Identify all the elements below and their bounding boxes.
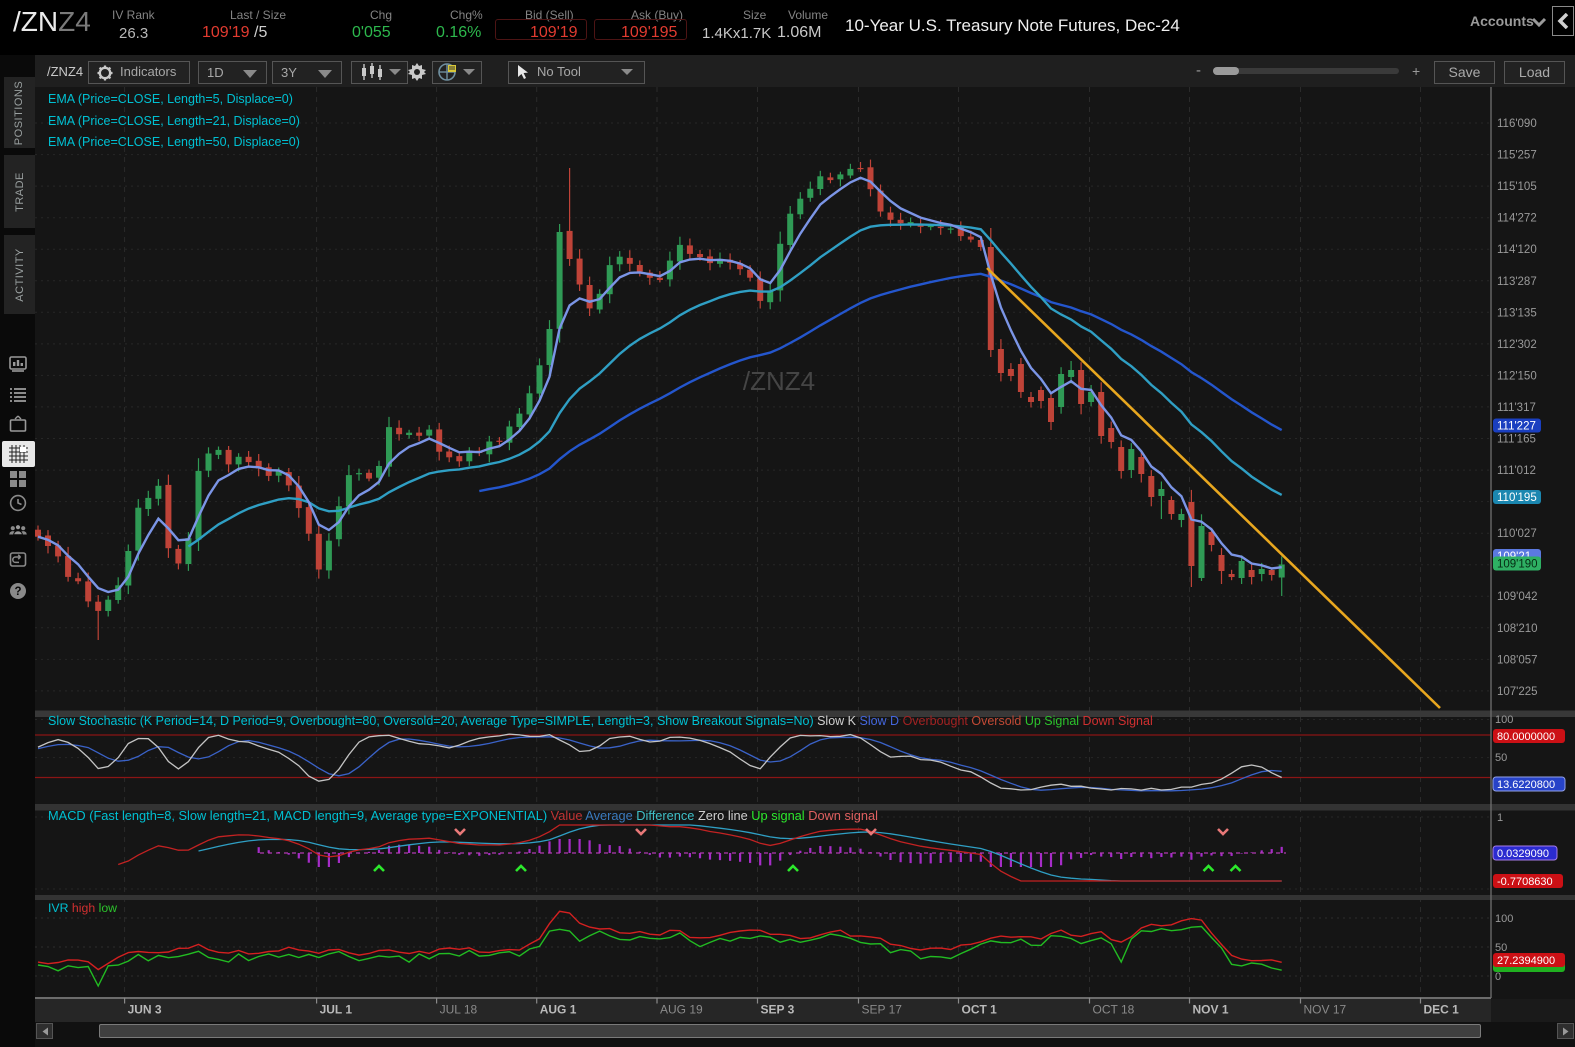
svg-text:111'317: 111'317 — [1497, 402, 1536, 414]
svg-text:DEC 1: DEC 1 — [1424, 1003, 1460, 1017]
svg-text:107'225: 107'225 — [1497, 686, 1538, 698]
svg-text:109'190: 109'190 — [1497, 559, 1538, 571]
svg-text:AUG 19: AUG 19 — [660, 1003, 703, 1017]
svg-text:115'105: 115'105 — [1497, 181, 1537, 193]
svg-text:115'257: 115'257 — [1497, 150, 1537, 162]
svg-text:0.0329090: 0.0329090 — [1497, 848, 1549, 860]
svg-text:SEP 3: SEP 3 — [761, 1003, 795, 1017]
svg-text:111'012: 111'012 — [1497, 465, 1536, 477]
svg-text:110'027: 110'027 — [1497, 528, 1537, 540]
svg-text:JUL 1: JUL 1 — [320, 1003, 353, 1017]
svg-text:100: 100 — [1495, 913, 1513, 925]
svg-text:114'272: 114'272 — [1497, 213, 1537, 225]
svg-text:100: 100 — [1495, 714, 1513, 726]
svg-text:/ZNZ4: /ZNZ4 — [743, 366, 815, 396]
svg-text:111'165: 111'165 — [1497, 434, 1536, 446]
svg-text:113'287: 113'287 — [1497, 276, 1537, 288]
svg-text:SEP 17: SEP 17 — [862, 1003, 903, 1017]
svg-text:1: 1 — [1497, 812, 1503, 824]
svg-text:113'135: 113'135 — [1497, 307, 1537, 319]
svg-text:112'302: 112'302 — [1497, 339, 1537, 351]
svg-text:?: ? — [14, 586, 21, 598]
svg-text:27.2394900: 27.2394900 — [1497, 955, 1555, 967]
svg-text:109'042: 109'042 — [1497, 591, 1538, 603]
svg-text:NOV 17: NOV 17 — [1304, 1003, 1347, 1017]
svg-text:0: 0 — [1495, 971, 1501, 983]
svg-text:JUL 18: JUL 18 — [440, 1003, 478, 1017]
svg-text:NOV 1: NOV 1 — [1193, 1003, 1229, 1017]
svg-text:50: 50 — [1495, 752, 1507, 764]
svg-text:-0.7708630: -0.7708630 — [1497, 876, 1553, 888]
svg-text:116'090: 116'090 — [1497, 118, 1537, 130]
svg-text:112'150: 112'150 — [1497, 370, 1537, 382]
svg-text:111'227: 111'227 — [1497, 421, 1536, 433]
svg-text:114'120: 114'120 — [1497, 244, 1537, 256]
svg-text:110'195: 110'195 — [1497, 492, 1537, 504]
svg-text:80.0000000: 80.0000000 — [1497, 731, 1555, 743]
svg-text:50: 50 — [1495, 942, 1507, 954]
svg-text:JUN 3: JUN 3 — [128, 1003, 162, 1017]
svg-text:AUG 1: AUG 1 — [540, 1003, 577, 1017]
svg-text:108'057: 108'057 — [1497, 654, 1538, 666]
svg-text:13.6220800: 13.6220800 — [1497, 779, 1555, 791]
svg-text:OCT 1: OCT 1 — [962, 1003, 998, 1017]
svg-text:OCT 18: OCT 18 — [1093, 1003, 1135, 1017]
svg-text:108'210: 108'210 — [1497, 623, 1538, 635]
